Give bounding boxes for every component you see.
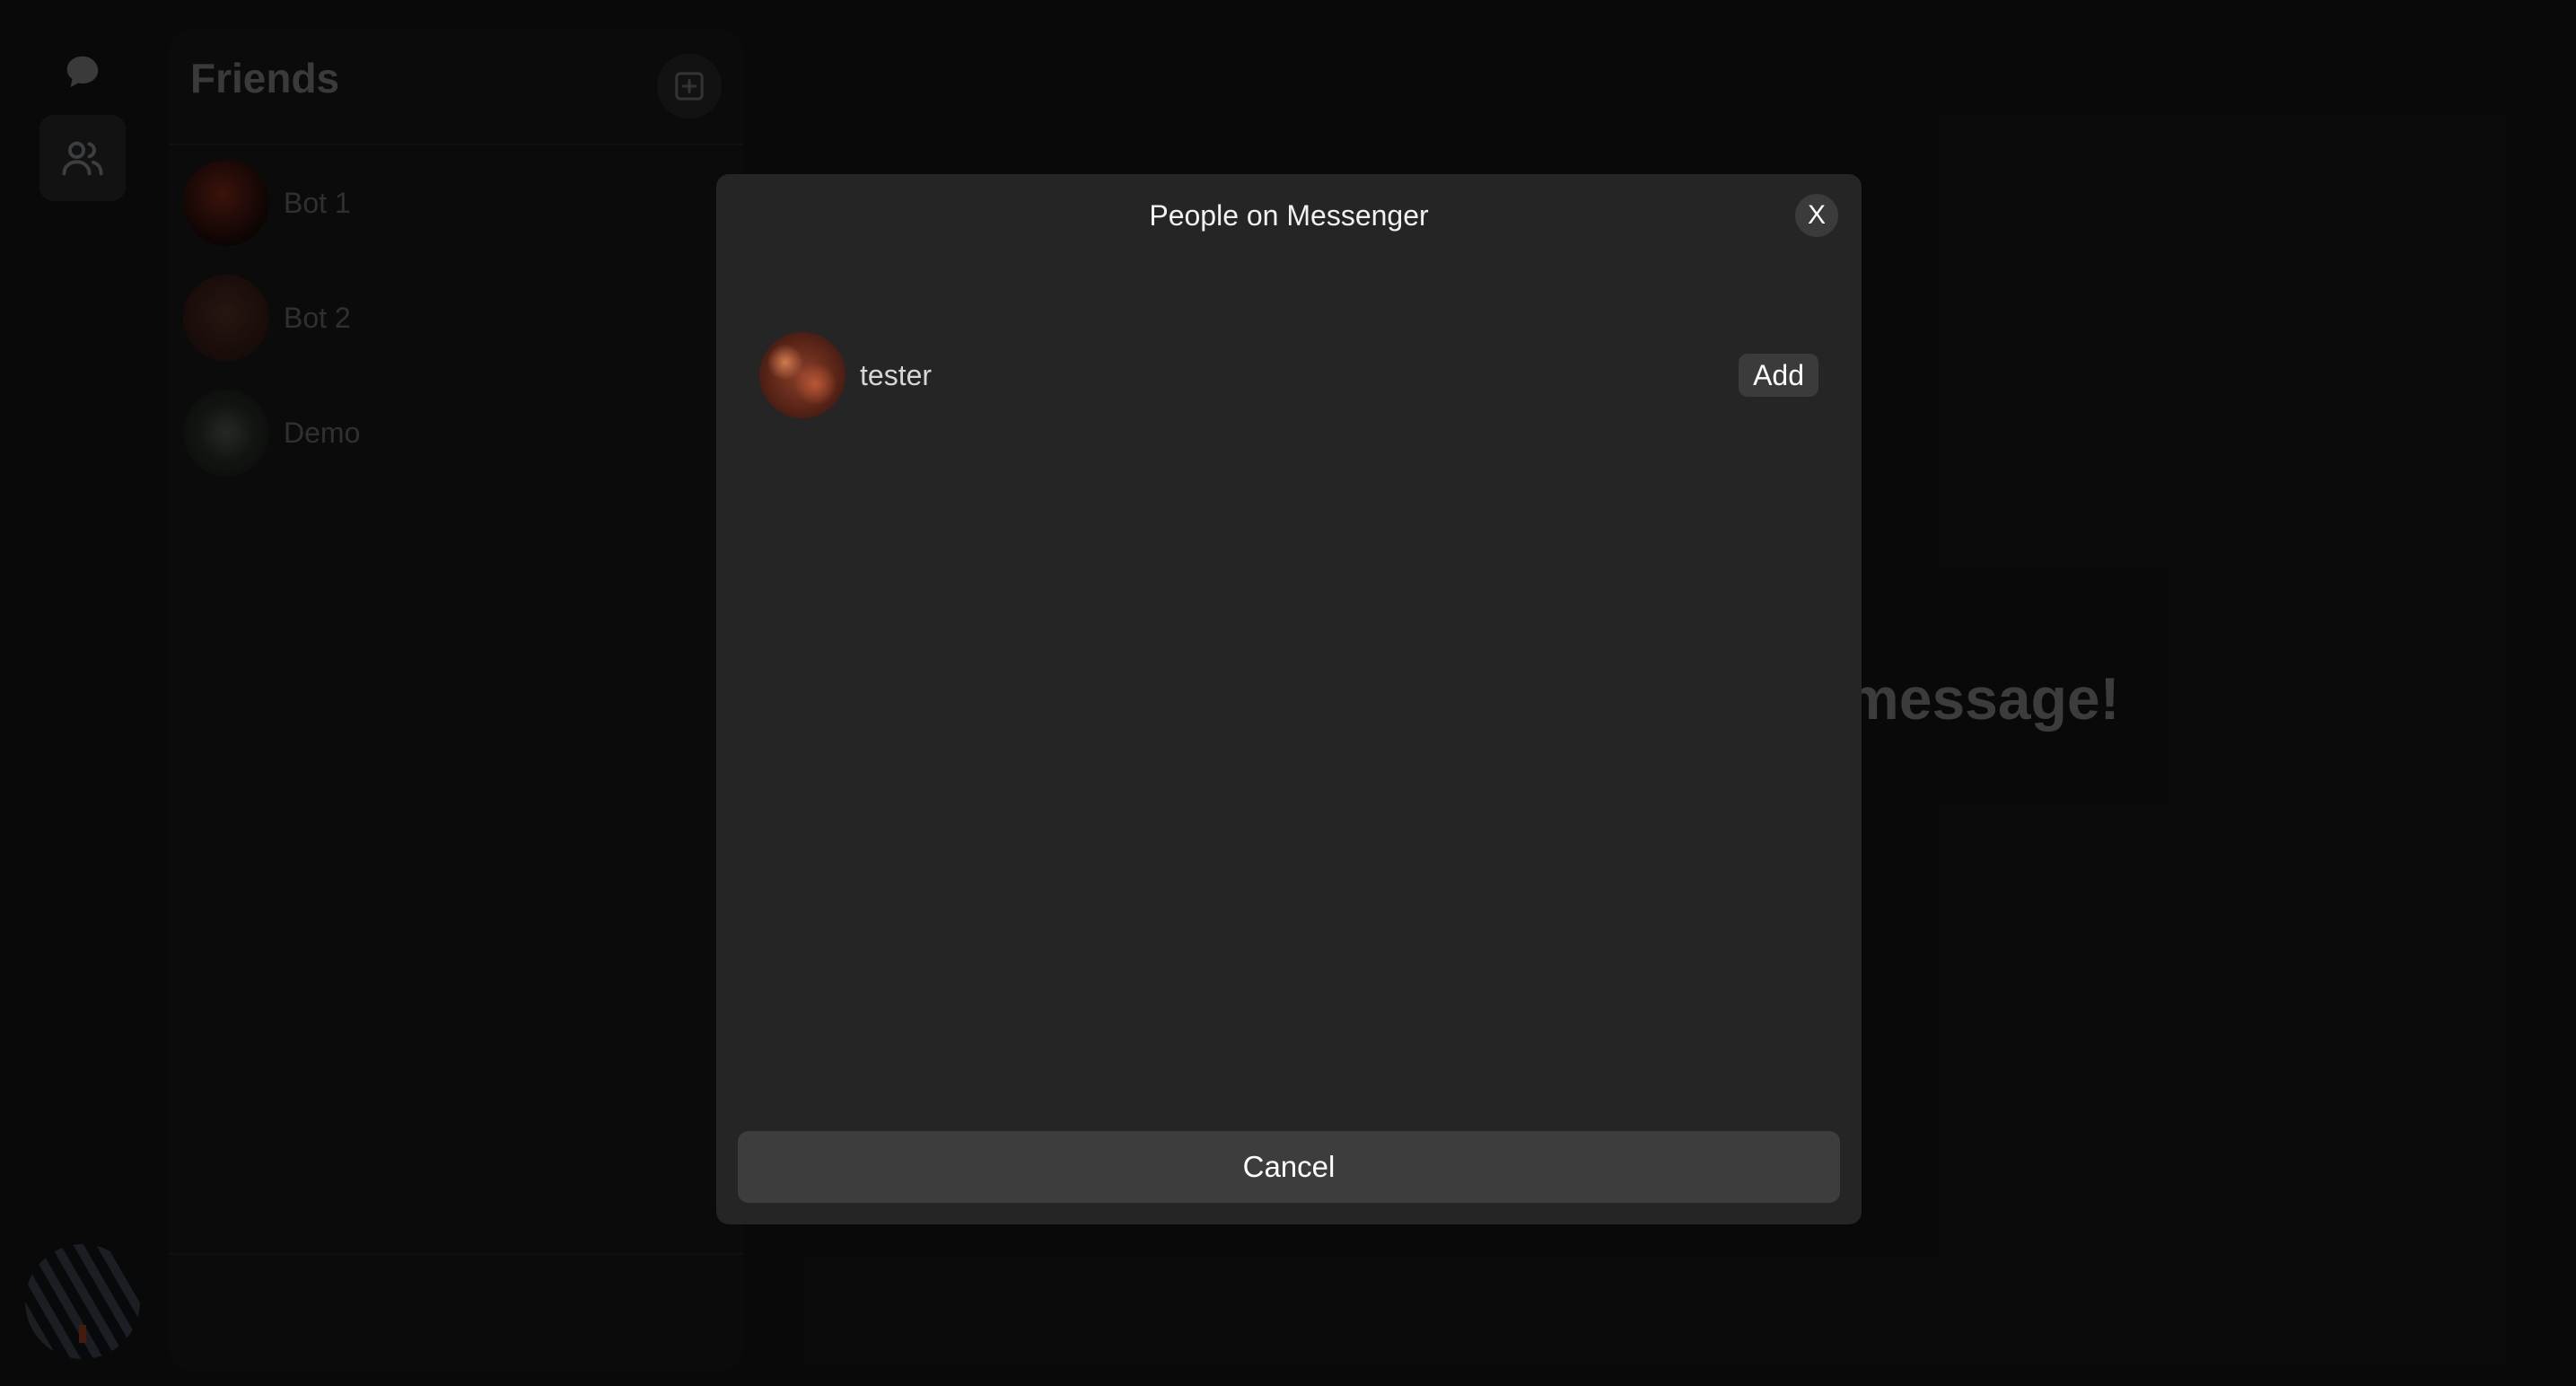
avatar (759, 332, 846, 418)
messenger-app: Friends Bot 1 Bot 2 Demo Select a chat o… (0, 0, 2576, 1386)
people-modal: People on Messenger X tester Add Cancel (716, 174, 1862, 1224)
cancel-button[interactable]: Cancel (738, 1131, 1840, 1203)
add-person-button[interactable]: Add (1739, 354, 1818, 397)
close-button[interactable]: X (1795, 194, 1838, 237)
modal-title: People on Messenger (1149, 199, 1429, 232)
person-row: tester Add (759, 332, 1818, 418)
person-name: tester (860, 358, 933, 391)
